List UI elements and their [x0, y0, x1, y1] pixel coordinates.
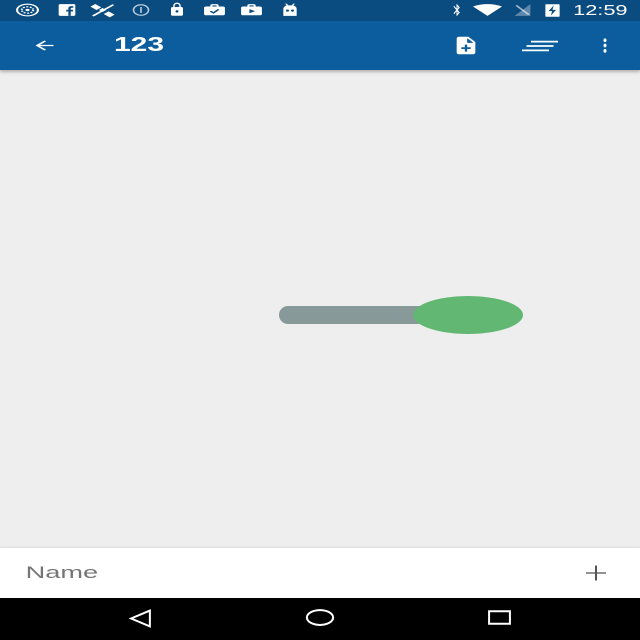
page-title: 123: [114, 34, 165, 56]
back-triangle-icon[interactable]: [128, 609, 153, 628]
sync-pattern-icon: [15, 3, 40, 17]
briefcase-check-icon: [202, 3, 227, 17]
facebook-icon: [57, 3, 77, 17]
no-signal-icon: [513, 3, 532, 17]
status-bar: 12:59: [0, 0, 640, 21]
arrow-back-icon[interactable]: [31, 38, 58, 53]
app-bar: 123: [0, 21, 640, 70]
navigation-bar: [0, 598, 640, 640]
lock-icon: [168, 2, 186, 17]
home-circle-icon[interactable]: [305, 609, 335, 626]
main-content: [0, 70, 640, 548]
plus-icon[interactable]: [581, 563, 611, 583]
bluetooth-icon: [451, 3, 463, 17]
android-icon: [280, 3, 300, 17]
info-circle-icon: [131, 3, 151, 17]
name-input[interactable]: [0, 548, 544, 598]
battery-charging-icon: [543, 3, 562, 18]
satellite-off-icon: [88, 2, 117, 18]
toggle-switch[interactable]: [279, 296, 523, 334]
overflow-menu-icon[interactable]: [599, 38, 611, 53]
add-document-icon[interactable]: [452, 35, 480, 56]
recents-square-icon[interactable]: [487, 610, 512, 625]
briefcase-play-icon: [239, 3, 264, 17]
app-screen: 12:59 123: [0, 0, 640, 640]
name-entry-bar: [0, 548, 640, 598]
status-time: 12:59: [573, 2, 628, 19]
switch-thumb[interactable]: [413, 296, 523, 334]
wifi-icon: [473, 3, 502, 17]
sort-icon[interactable]: [522, 39, 558, 53]
